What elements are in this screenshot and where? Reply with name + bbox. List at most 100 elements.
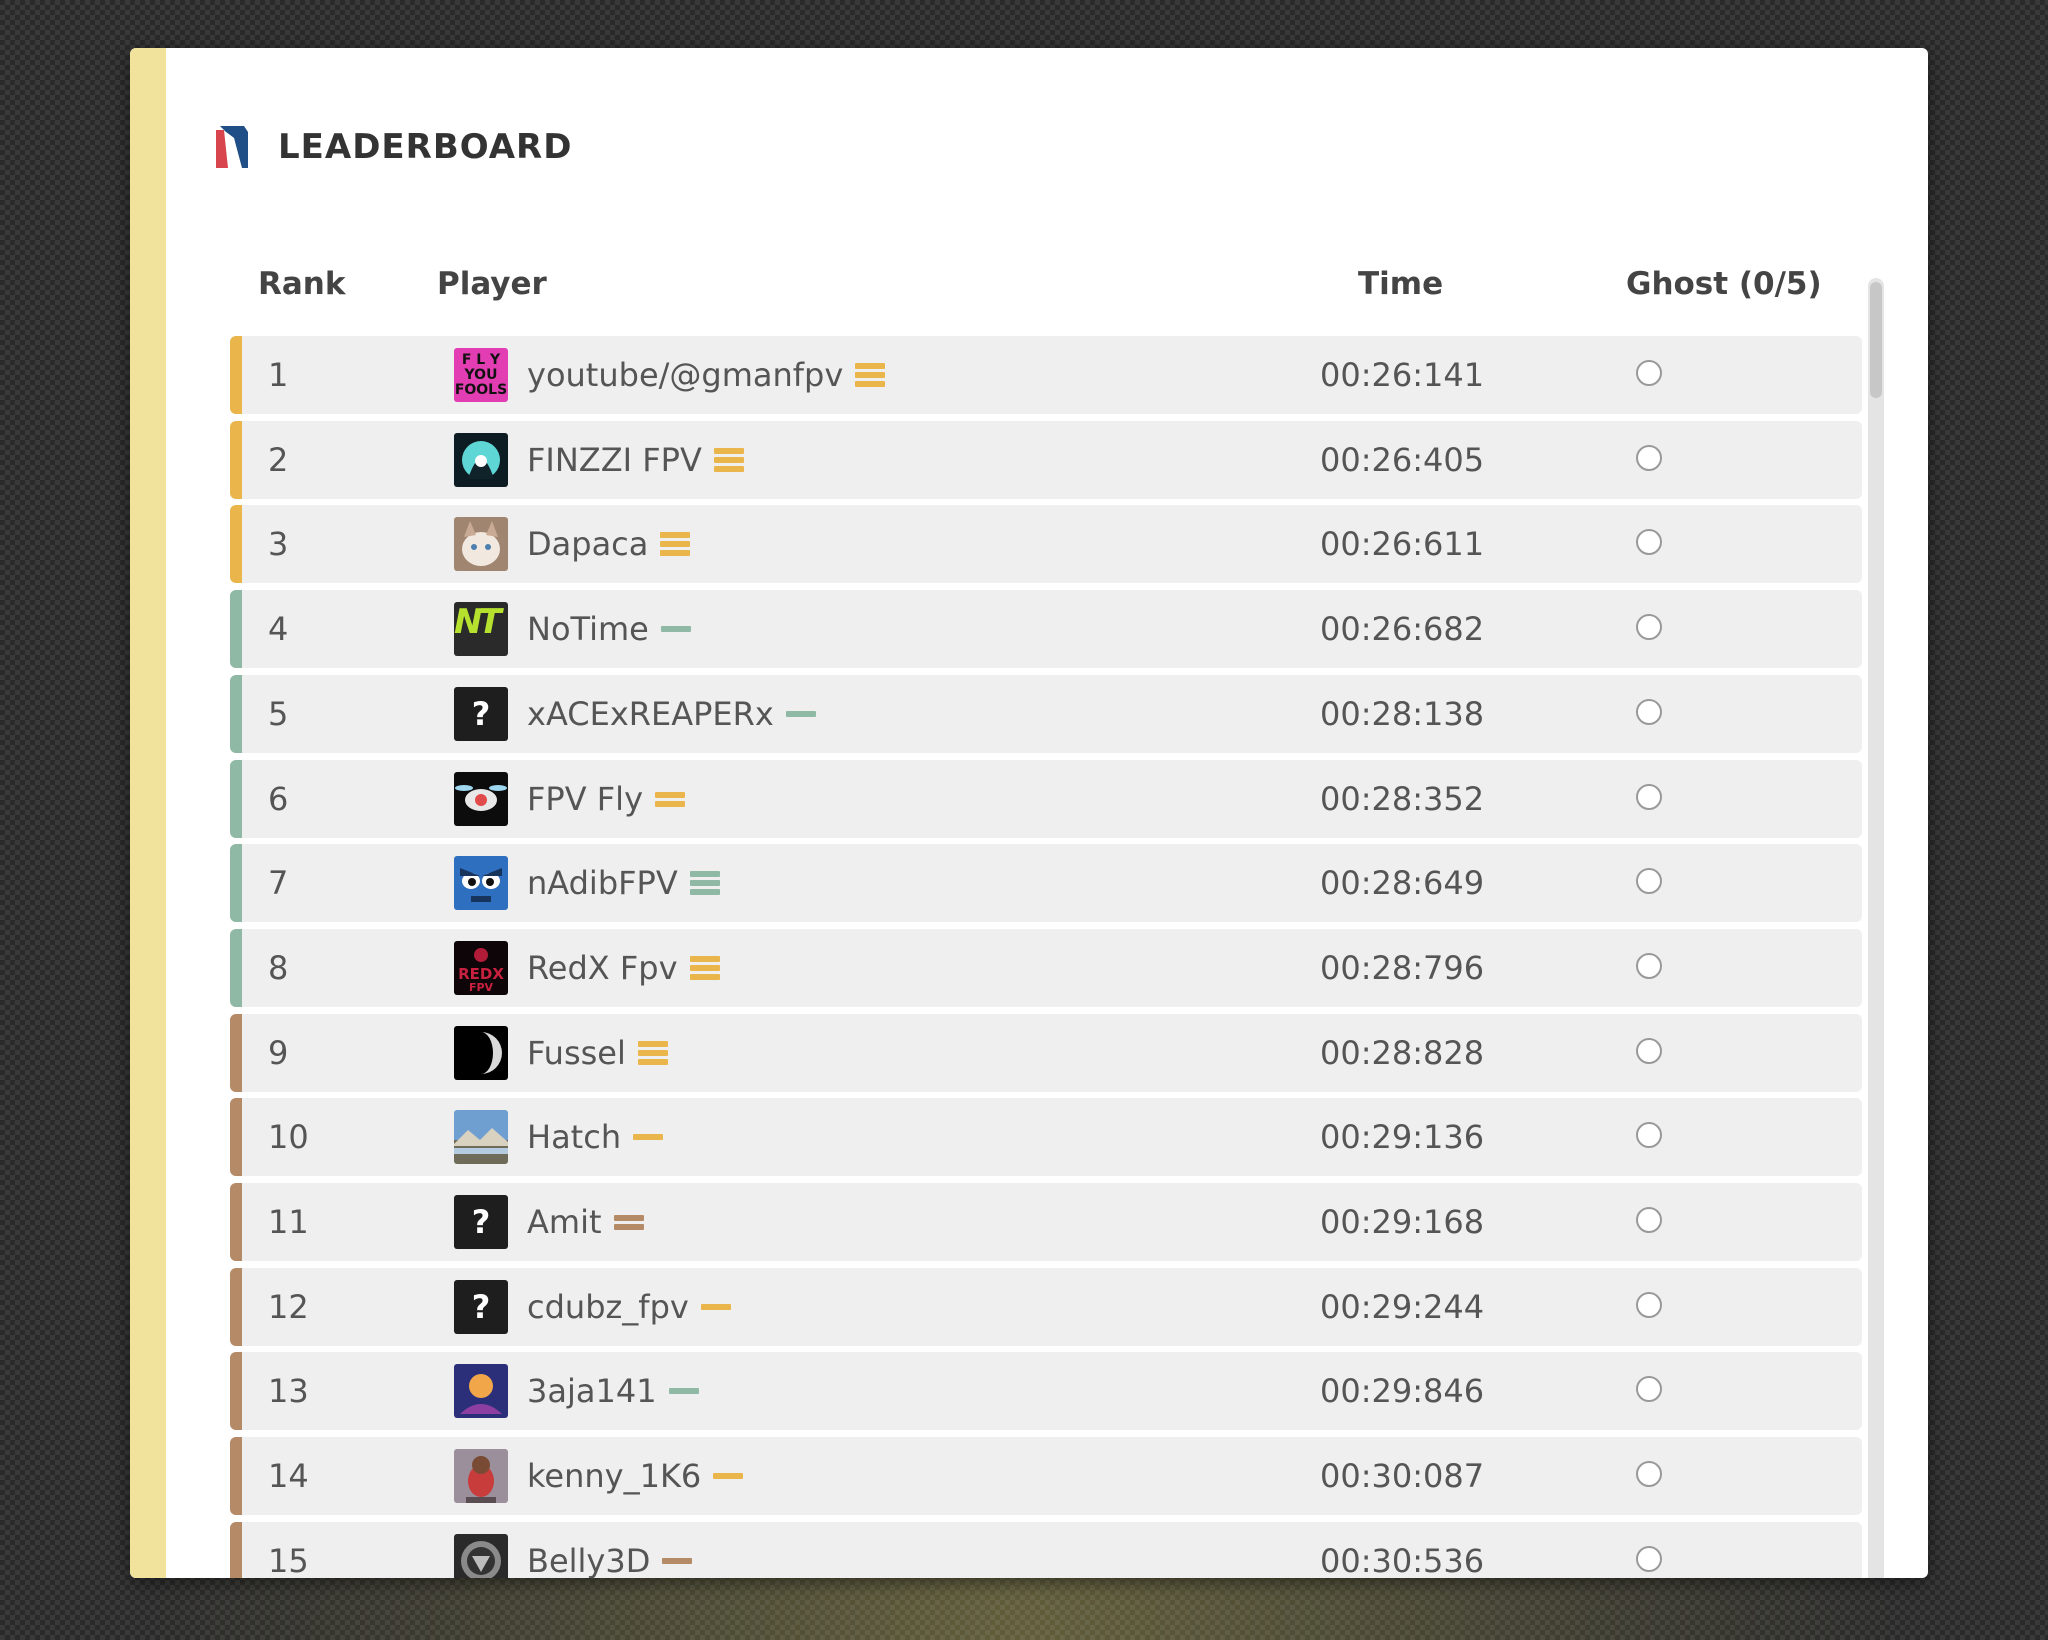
ghost-radio[interactable] bbox=[1636, 952, 1662, 979]
table-row[interactable]: 9 Fussel 00:28:828 bbox=[230, 1013, 1862, 1092]
table-row[interactable]: 11? Amit 00:29:168 bbox=[230, 1183, 1862, 1261]
leaderboard-rows[interactable]: 1 F L Y YOU FOOLS youtube/@gmanfpv 00:26:141 2… bbox=[230, 278, 1862, 1578]
rank-tier-strip bbox=[230, 420, 242, 499]
player-name[interactable]: FINZZI FPV bbox=[527, 441, 702, 479]
rank-cell: 11 bbox=[268, 1203, 309, 1241]
angry-face-avatar[interactable] bbox=[454, 856, 508, 911]
time-cell: 00:28:828 bbox=[1320, 1033, 1485, 1072]
player-cell: xACExREAPERx bbox=[527, 675, 816, 753]
time-cell: 00:28:138 bbox=[1320, 694, 1485, 733]
ghost-radio[interactable] bbox=[1636, 1037, 1662, 1064]
ghost-radio[interactable] bbox=[1636, 1376, 1662, 1403]
fly-you-fools-avatar[interactable]: F L Y YOU FOOLS bbox=[454, 348, 508, 402]
rank-cell: 14 bbox=[268, 1457, 309, 1496]
table-row[interactable]: 2 FINZZI FPV 00:26:405 bbox=[230, 420, 1862, 499]
rank-cell: 8 bbox=[268, 948, 289, 987]
rank-tier-strip bbox=[230, 590, 242, 669]
ghost-radio[interactable] bbox=[1636, 868, 1662, 895]
player-cell: 3aja141 bbox=[527, 1352, 699, 1430]
player-name[interactable]: xACExREAPERx bbox=[527, 695, 774, 733]
table-row[interactable]: 13 3aja141 00:29:846 bbox=[230, 1352, 1862, 1431]
table-row[interactable]: 4 NT NoTime 00:26:682 bbox=[230, 590, 1862, 669]
player-name[interactable]: FPV Fly bbox=[527, 780, 643, 818]
rank-cell: 15 bbox=[268, 1541, 309, 1578]
time-cell: 00:26:682 bbox=[1320, 610, 1485, 649]
ghost-radio[interactable] bbox=[1636, 698, 1662, 725]
player-name[interactable]: youtube/@gmanfpv bbox=[527, 356, 843, 394]
leaderboard-panel: LEADERBOARD Rank Player Time Ghost (0/5)… bbox=[130, 48, 1928, 1578]
rank-tier-strip bbox=[230, 928, 242, 1007]
table-row[interactable]: 7 nAdibFPV 00:28:649 bbox=[230, 844, 1862, 923]
rating-bars-icon bbox=[660, 529, 691, 559]
drone-avatar[interactable] bbox=[454, 771, 508, 826]
player-cell: kenny_1K6 bbox=[527, 1437, 744, 1515]
player-name[interactable]: NoTime bbox=[527, 610, 649, 648]
table-row[interactable]: 14 kenny_1K6 00:30:087 bbox=[230, 1437, 1862, 1516]
ghost-radio[interactable] bbox=[1636, 1461, 1662, 1488]
rank-tier-strip bbox=[230, 1521, 242, 1578]
landscape-avatar[interactable] bbox=[454, 1110, 508, 1165]
player-name[interactable]: RedX Fpv bbox=[527, 949, 678, 987]
table-row[interactable]: 1 F L Y YOU FOOLS youtube/@gmanfpv 00:26:141 bbox=[230, 336, 1862, 414]
player-cell: cdubz_fpv bbox=[527, 1268, 731, 1346]
player-name[interactable]: cdubz_fpv bbox=[527, 1288, 689, 1326]
player-cell: Dapaca bbox=[527, 505, 691, 583]
table-row[interactable]: 10 Hatch 00:29:136 bbox=[230, 1098, 1862, 1177]
rank-tier-strip bbox=[230, 336, 242, 414]
player-name[interactable]: kenny_1K6 bbox=[527, 1457, 701, 1495]
ghost-radio[interactable] bbox=[1636, 1291, 1662, 1318]
time-cell: 00:29:846 bbox=[1320, 1372, 1485, 1411]
cat-avatar[interactable] bbox=[454, 517, 508, 572]
page-title: LEADERBOARD bbox=[278, 127, 573, 167]
player-cell: nAdibFPV bbox=[527, 844, 720, 922]
redx-logo-avatar[interactable]: REDX FPV bbox=[454, 940, 508, 995]
ghost-radio[interactable] bbox=[1636, 783, 1662, 810]
time-cell: 00:28:352 bbox=[1320, 779, 1485, 818]
time-cell: 00:30:536 bbox=[1320, 1541, 1485, 1578]
rank-tier-strip bbox=[230, 844, 242, 923]
ghost-radio[interactable] bbox=[1636, 1545, 1662, 1572]
player-name[interactable]: Amit bbox=[527, 1203, 602, 1241]
moon-avatar[interactable] bbox=[454, 1025, 508, 1080]
unknown-avatar[interactable]: ? bbox=[454, 1195, 508, 1249]
scrollbar[interactable] bbox=[1868, 278, 1884, 1578]
player-name[interactable]: nAdibFPV bbox=[527, 864, 678, 902]
table-row[interactable]: 8 REDX FPV RedX Fpv 00:28:796 bbox=[230, 928, 1862, 1007]
table-row[interactable]: 6 FPV Fly 00:28:352 bbox=[230, 759, 1862, 838]
player-cell: Amit bbox=[527, 1183, 644, 1261]
table-row[interactable]: 5? xACExREAPERx 00:28:138 bbox=[230, 674, 1862, 753]
player-cell: Fussel bbox=[527, 1014, 668, 1092]
ghost-radio[interactable] bbox=[1636, 360, 1662, 386]
table-row[interactable]: 12? cdubz_fpv 00:29:244 bbox=[230, 1267, 1862, 1346]
ghost-radio[interactable] bbox=[1636, 529, 1662, 556]
panel-accent-bar bbox=[130, 48, 166, 1578]
time-cell: 00:26:141 bbox=[1320, 356, 1485, 394]
rating-bars-icon bbox=[633, 1122, 664, 1152]
ghost-radio[interactable] bbox=[1636, 1122, 1662, 1149]
player-name[interactable]: Hatch bbox=[527, 1118, 621, 1156]
scrollbar-thumb[interactable] bbox=[1870, 282, 1882, 398]
time-cell: 00:28:796 bbox=[1320, 948, 1485, 987]
rank-cell: 9 bbox=[268, 1033, 289, 1072]
ghost-radio[interactable] bbox=[1636, 614, 1662, 641]
nt-logo-avatar[interactable]: NT bbox=[454, 602, 508, 657]
character-avatar[interactable] bbox=[454, 1449, 508, 1504]
player-name[interactable]: Belly3D bbox=[527, 1542, 650, 1578]
unknown-avatar[interactable]: ? bbox=[454, 1279, 508, 1334]
ghost-radio[interactable] bbox=[1636, 1207, 1662, 1233]
leaderboard-header: LEADERBOARD bbox=[214, 124, 572, 170]
player-cell: FPV Fly bbox=[527, 760, 685, 838]
emblem-avatar[interactable] bbox=[454, 1533, 508, 1578]
rank-tier-strip bbox=[230, 1437, 242, 1516]
table-row[interactable]: 15 Belly3D 00:30:536 bbox=[230, 1521, 1862, 1578]
player-name[interactable]: Fussel bbox=[527, 1034, 626, 1072]
rank-tier-strip bbox=[230, 759, 242, 838]
planet-avatar[interactable] bbox=[454, 1364, 508, 1419]
table-row[interactable]: 3 Dapaca 00:26:611 bbox=[230, 505, 1862, 584]
unknown-avatar[interactable]: ? bbox=[454, 686, 508, 741]
player-name[interactable]: 3aja141 bbox=[527, 1372, 657, 1410]
ghost-radio[interactable] bbox=[1636, 444, 1662, 471]
hooded-figure-avatar[interactable] bbox=[454, 432, 508, 487]
rating-bars-icon bbox=[689, 868, 720, 898]
player-name[interactable]: Dapaca bbox=[527, 525, 648, 563]
